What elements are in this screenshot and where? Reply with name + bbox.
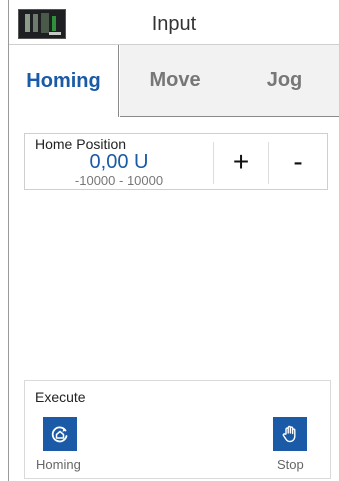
increment-button[interactable]: + xyxy=(214,134,268,189)
home-position-label: Home Position xyxy=(35,136,127,152)
page-title: Input xyxy=(151,13,197,35)
homing-button[interactable] xyxy=(43,417,77,451)
home-position-range: -10000 - 10000 xyxy=(74,173,164,188)
tab-jog[interactable]: Jog xyxy=(230,45,339,117)
home-position-value[interactable]: 0,00 U xyxy=(25,151,213,174)
homing-caption: Homing xyxy=(36,457,81,472)
home-position-card: Home Position 0,00 U -10000 - 10000 + - xyxy=(24,133,328,190)
homing-icon xyxy=(51,426,68,443)
tab-move[interactable]: Move xyxy=(120,45,230,117)
tab-homing[interactable]: Homing xyxy=(9,45,119,117)
execute-label: Execute xyxy=(35,389,86,405)
hand-stop-icon xyxy=(282,425,296,443)
tab-bar: Homing Move Jog xyxy=(9,45,339,117)
stop-caption: Stop xyxy=(277,457,304,472)
decrement-button[interactable]: - xyxy=(269,134,327,189)
execute-panel: Execute Homing Stop xyxy=(24,380,331,479)
stop-button[interactable] xyxy=(273,417,307,451)
header-bar: Input xyxy=(9,0,339,45)
